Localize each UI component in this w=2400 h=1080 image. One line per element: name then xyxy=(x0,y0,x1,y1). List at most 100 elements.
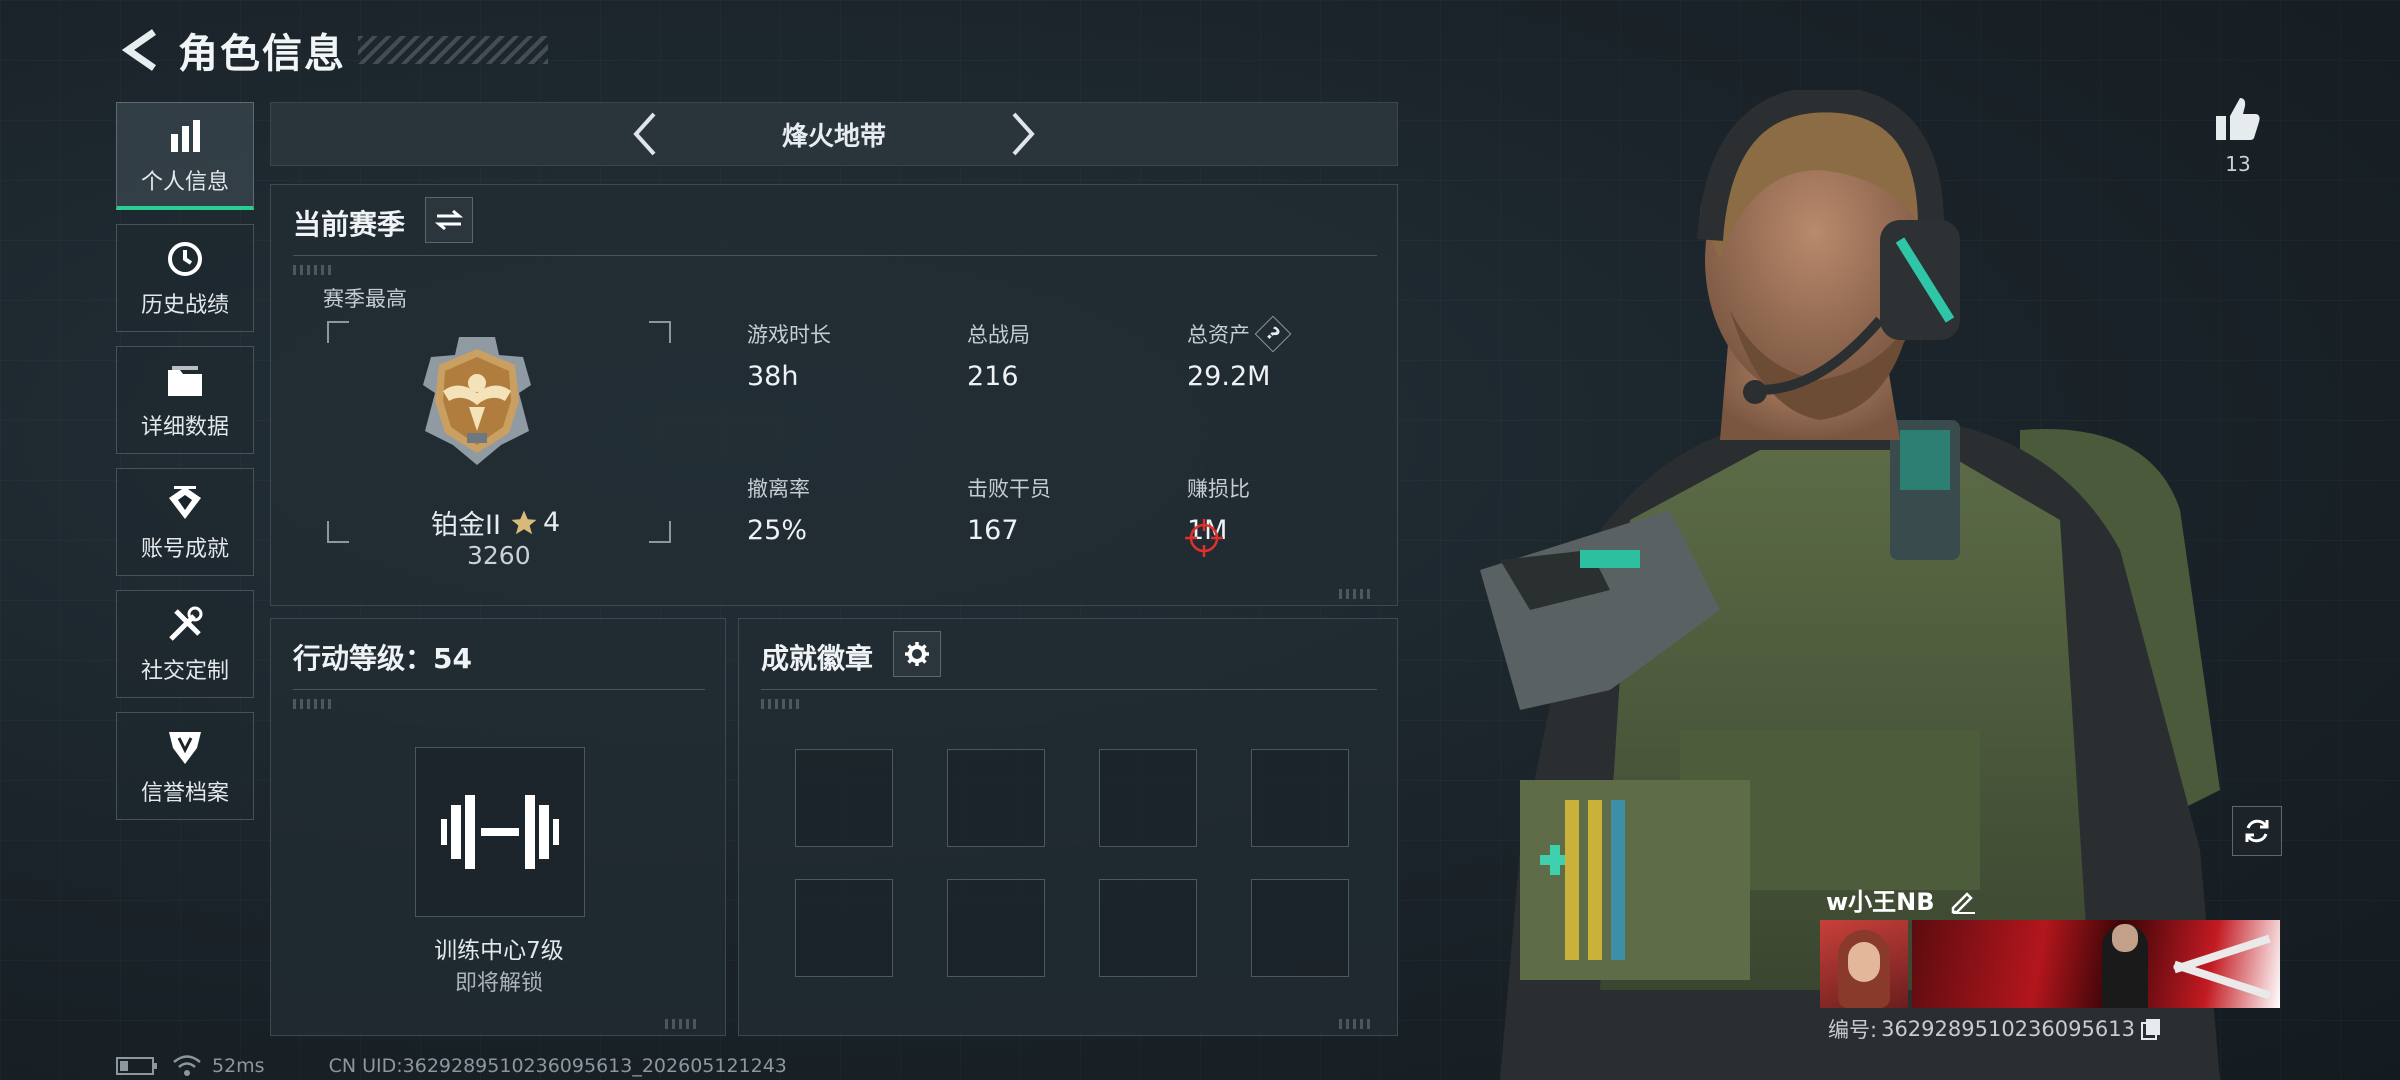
rank-emblem-icon xyxy=(423,337,531,465)
sidebar-item-reputation[interactable]: 信誉档案 xyxy=(116,712,254,820)
badge-slot[interactable] xyxy=(1099,749,1197,847)
sidebar-item-personal-info[interactable]: 个人信息 xyxy=(116,102,254,210)
decoration-ticks xyxy=(293,699,331,709)
chevron-right-icon xyxy=(1012,112,1035,156)
stat-value: 29.2M xyxy=(1187,361,1271,392)
decoration-ticks xyxy=(665,1019,699,1029)
name-card-banner xyxy=(1912,920,2280,1008)
player-banner[interactable] xyxy=(1820,920,2280,1008)
rotate-view-button[interactable] xyxy=(2232,806,2282,856)
player-name-row: w小王NB xyxy=(1826,882,1977,917)
sidebar-item-achievements[interactable]: 账号成就 xyxy=(116,468,254,576)
dumbbell-icon xyxy=(441,795,559,869)
badge-slot[interactable] xyxy=(947,879,1045,977)
trophy-emblem-icon xyxy=(169,486,201,519)
divider xyxy=(293,255,1377,256)
stat-value: 38h xyxy=(747,361,799,392)
frame-corner xyxy=(649,321,671,343)
swap-icon xyxy=(435,209,463,231)
achievements-settings-button[interactable] xyxy=(893,631,941,677)
sidebar-item-label: 详细数据 xyxy=(140,415,229,440)
sidebar-item-label: 个人信息 xyxy=(140,169,229,195)
action-level-panel: 行动等级：54 训练中心7级 即将解锁 xyxy=(270,618,726,1036)
clock-icon xyxy=(168,242,202,276)
sidebar-item-label: 社交定制 xyxy=(140,659,229,684)
uid-footer: CN UID:3629289510236095613_202605121243 xyxy=(328,1055,787,1077)
player-uid-line: 编号: 3629289510236095613 xyxy=(1828,1014,2161,1044)
tools-icon xyxy=(169,606,203,641)
gear-icon xyxy=(905,642,929,666)
stat-value: 216 xyxy=(967,361,1019,392)
stat-label: 总资产 xyxy=(1187,323,1250,347)
star-icon xyxy=(511,510,537,534)
achievements-title: 成就徽章 xyxy=(761,642,874,675)
copy-icon[interactable] xyxy=(2140,1018,2161,1040)
frame-corner xyxy=(327,521,349,543)
crosshair-icon xyxy=(1185,519,1223,557)
bar-chart-icon xyxy=(171,119,200,152)
unlock-tile[interactable] xyxy=(415,747,585,917)
sidebar-item-label: 信誉档案 xyxy=(140,781,229,806)
season-title: 当前赛季 xyxy=(293,208,406,241)
page-title: 角色信息 xyxy=(178,31,346,77)
sidebar: 个人信息 历史战绩 详细数据 账号成就 社交定制 信誉档案 xyxy=(116,102,254,834)
season-switch-button[interactable] xyxy=(425,197,473,243)
title-decoration xyxy=(358,36,548,64)
stat-label: 击败干员 xyxy=(967,477,1051,501)
stat-total-assets: 总资产 ? 29.2M xyxy=(1187,315,1292,392)
stat-extraction-rate: 撤离率 25% xyxy=(747,473,810,546)
sidebar-item-label: 账号成就 xyxy=(140,537,229,562)
badge-slot[interactable] xyxy=(1251,879,1349,977)
sidebar-item-history[interactable]: 历史战绩 xyxy=(116,224,254,332)
decoration-ticks xyxy=(1339,1019,1373,1029)
header: 角色信息 xyxy=(110,20,548,80)
decoration-ticks xyxy=(293,265,331,275)
help-icon[interactable]: ? xyxy=(1254,315,1292,353)
rank-stars: 4 xyxy=(542,507,561,538)
back-button[interactable] xyxy=(110,20,170,80)
rank-line: 铂金II 4 xyxy=(431,503,631,542)
prev-mode-button[interactable] xyxy=(604,102,684,166)
player-card: w小王NB 编号: 3629289510236095613 xyxy=(1820,878,2280,1048)
uid-value: 3629289510236095613 xyxy=(1881,1017,2135,1041)
like-count: 13 xyxy=(2225,152,2251,176)
stat-label: 总战局 xyxy=(967,323,1030,347)
action-level-title: 行动等级：54 xyxy=(293,642,472,675)
badge-slot[interactable] xyxy=(1251,749,1349,847)
sidebar-item-label: 历史战绩 xyxy=(140,293,229,318)
sidebar-item-social[interactable]: 社交定制 xyxy=(116,590,254,698)
like-widget: 13 xyxy=(2208,96,2268,176)
avatar[interactable] xyxy=(1820,920,1908,1008)
badge-slot[interactable] xyxy=(795,879,893,977)
refresh-icon xyxy=(2245,819,2269,843)
divider xyxy=(293,689,705,690)
back-arrow-icon xyxy=(121,29,156,71)
stat-play-time: 游戏时长 38h xyxy=(747,319,831,392)
rank-score: 3260 xyxy=(467,541,531,570)
uid-label: 编号: xyxy=(1828,1018,1878,1042)
mode-title: 烽火地带 xyxy=(781,121,886,152)
player-name: w小王NB xyxy=(1826,888,1935,916)
badge-slot[interactable] xyxy=(795,749,893,847)
badge-slot[interactable] xyxy=(947,749,1045,847)
frame-corner xyxy=(649,521,671,543)
edit-icon[interactable] xyxy=(1949,886,1977,914)
stat-label: 游戏时长 xyxy=(747,323,831,347)
divider xyxy=(761,689,1377,690)
chevron-left-icon xyxy=(633,112,656,156)
ping: 52ms xyxy=(212,1055,265,1077)
rank-name: 铂金II xyxy=(431,510,501,541)
sidebar-item-detailed-data[interactable]: 详细数据 xyxy=(116,346,254,454)
thumbs-up-icon[interactable] xyxy=(2214,96,2262,142)
decoration-ticks xyxy=(1339,589,1373,599)
achievements-panel: 成就徽章 xyxy=(738,618,1398,1036)
next-mode-button[interactable] xyxy=(984,102,1064,166)
decoration-ticks xyxy=(761,699,799,709)
stat-label: 撤离率 xyxy=(747,477,810,501)
stat-label: 赚损比 xyxy=(1187,477,1250,501)
stat-total-matches: 总战局 216 xyxy=(967,319,1030,392)
frame-corner xyxy=(327,321,349,343)
badge-slot[interactable] xyxy=(1099,879,1197,977)
season-best-label: 赛季最高 xyxy=(323,287,407,311)
shield-icon xyxy=(169,732,201,764)
